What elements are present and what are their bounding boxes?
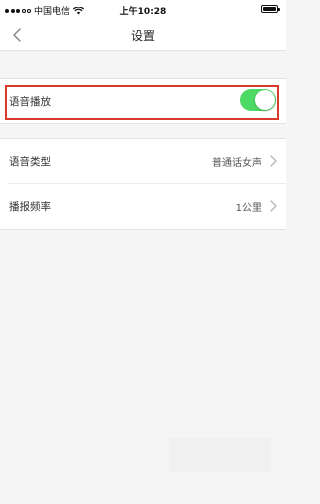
voice-type-label: 语音类型 [9,156,51,168]
battery-fill [263,7,276,11]
status-time: 上午10:28 [119,7,167,17]
nav-bar: 设置 [0,20,286,51]
page-title: 设置 [130,29,155,43]
settings-group-voice-playback: 语音播放 [0,78,286,124]
chevron-right-icon [270,155,277,167]
chevron-right-icon [270,200,277,212]
voice-type-value: 普通话女声 [212,158,262,169]
broadcast-frequency-label: 播报频率 [9,201,51,213]
voice-playback-toggle[interactable] [240,89,276,111]
voice-playback-label: 语音播放 [9,96,51,108]
battery-icon [261,5,280,13]
broadcast-frequency-value: 1公里 [235,203,262,214]
toggle-knob [255,90,275,110]
status-bar: 中国电信 上午10:28 [0,0,286,20]
settings-group-voice-options: 语音类型 普通话女声 播报频率 1公里 [0,138,286,230]
broadcast-frequency-row[interactable]: 播报频率 1公里 [8,183,286,227]
watermark [170,438,270,472]
settings-screen: 中国电信 上午10:28 设置 语音播放 语音类型 普通话女声 播报频率 1公里 [0,0,286,504]
voice-playback-row: 语音播放 [0,79,286,123]
voice-type-row[interactable]: 语音类型 普通话女声 [0,139,286,183]
